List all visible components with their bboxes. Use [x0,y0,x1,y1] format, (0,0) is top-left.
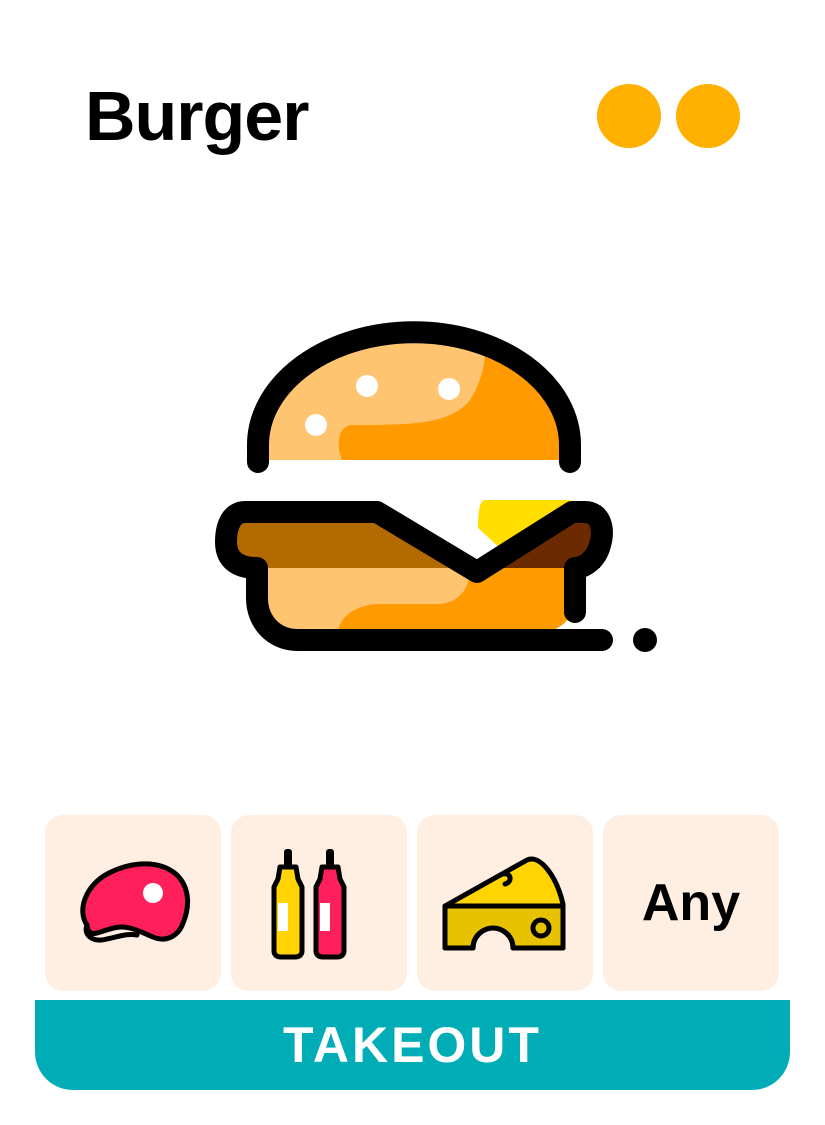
option-any-label: Any [641,874,741,932]
takeout-label: TAKEOUT [283,1017,542,1073]
indicator-dot [597,84,661,148]
condiment-bottles-icon [271,849,347,960]
indicator-dot [676,84,740,148]
page-title: Burger [85,77,309,155]
option-condiments[interactable] [231,815,407,991]
takeout-button[interactable]: TAKEOUT [35,1000,790,1090]
cheese-wedge-icon [442,856,566,951]
burger-icon [215,321,657,652]
meat-steak-icon [80,861,190,943]
options-grid: Any [45,815,780,991]
option-meat[interactable] [45,815,221,991]
option-cheese[interactable] [417,815,593,991]
option-any[interactable]: Any [603,815,779,991]
burger-card: Burger Any TAKEOUT [0,0,825,1125]
